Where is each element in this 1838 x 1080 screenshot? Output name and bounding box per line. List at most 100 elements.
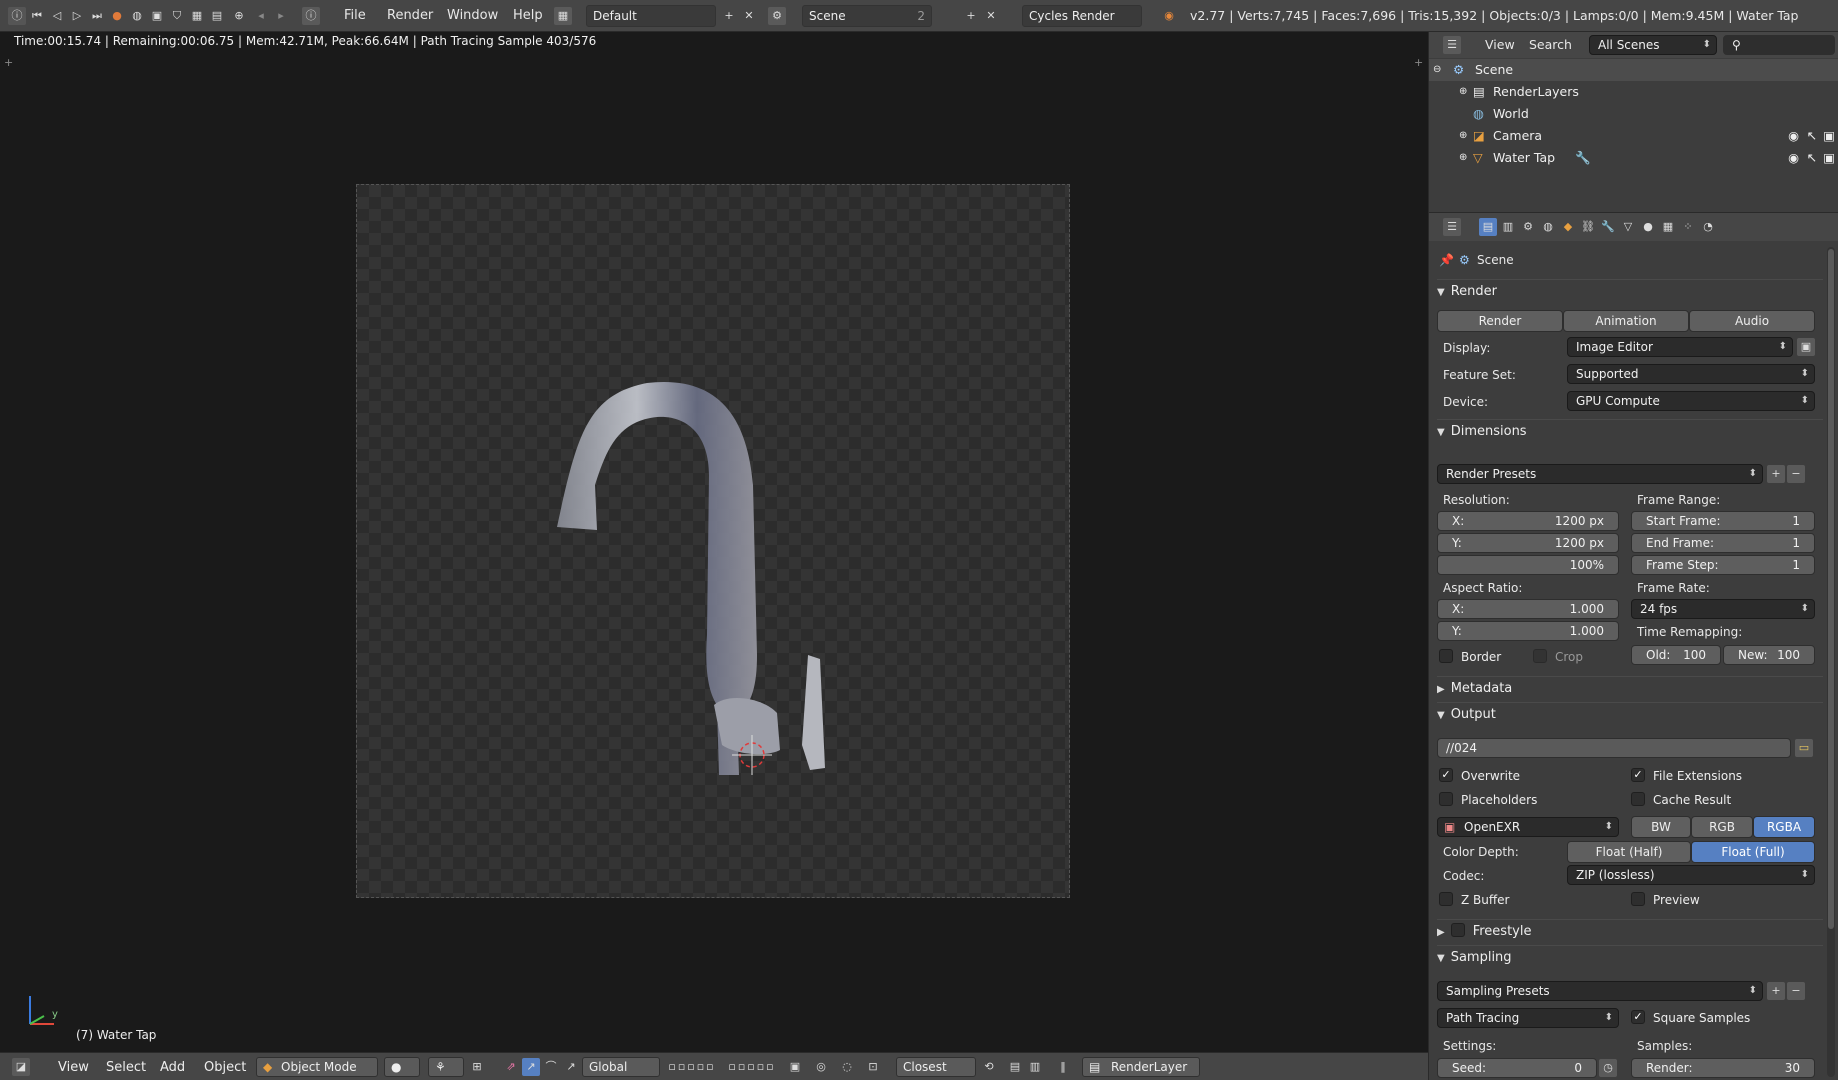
border-checkbox[interactable] [1439, 649, 1453, 663]
record-icon[interactable]: ● [108, 7, 126, 25]
add-preset-icon[interactable]: + [1767, 465, 1785, 483]
cache-result-checkbox[interactable] [1631, 792, 1645, 806]
eye-icon[interactable]: ◉ [1788, 147, 1799, 169]
menu-file[interactable]: File [344, 8, 366, 23]
constraints-tab-icon[interactable]: ⛓ [1579, 218, 1597, 236]
channel-bw-button[interactable]: BW [1631, 816, 1691, 838]
render-toggle-icon[interactable]: ▣ [1823, 125, 1835, 147]
add-circle-icon[interactable]: ⊕ [230, 7, 248, 25]
render-tab-icon[interactable]: ▤ [1479, 218, 1497, 236]
panel-output-header[interactable]: ▼ Output [1437, 702, 1823, 726]
output-path-field[interactable]: //024 [1437, 738, 1791, 758]
modifiers-tab-icon[interactable]: 🔧 [1599, 218, 1617, 236]
resolution-percent-field[interactable]: 100% [1437, 555, 1619, 575]
expand-icon[interactable]: ⊕ [1459, 147, 1467, 169]
scene-field[interactable]: Scene 2 [802, 5, 932, 27]
outliner-item-world[interactable]: ◍ World [1429, 103, 1838, 125]
snap-element-icon[interactable]: ⊡ [864, 1058, 882, 1076]
checker-icon[interactable]: ▦ [188, 7, 206, 25]
orientation-select[interactable]: Global [582, 1057, 660, 1077]
display-select[interactable]: Image Editor [1567, 337, 1793, 357]
depth-half-button[interactable]: Float (Half) [1567, 841, 1691, 863]
render-still-icon[interactable]: ▤ [208, 7, 226, 25]
integrator-select[interactable]: Path Tracing [1437, 1008, 1619, 1028]
overwrite-checkbox[interactable]: ✓ [1439, 768, 1453, 782]
proportional-icon[interactable]: ◎ [812, 1058, 830, 1076]
animation-button[interactable]: Animation [1563, 310, 1689, 332]
aspect-x-field[interactable]: X: 1.000 [1437, 599, 1619, 619]
sampling-presets-select[interactable]: Sampling Presets [1437, 981, 1763, 1001]
preview-checkbox[interactable] [1631, 892, 1645, 906]
scrollbar-thumb[interactable] [1828, 249, 1834, 929]
sphere-icon[interactable]: ◍ [128, 7, 146, 25]
menu-object[interactable]: Object [204, 1058, 246, 1078]
particles-tab-icon[interactable]: ⁘ [1679, 218, 1697, 236]
cursor-icon[interactable]: ↖ [1807, 147, 1817, 169]
rotate-icon[interactable]: ↗ [522, 1058, 540, 1076]
render-engine-select[interactable]: Cycles Render [1022, 5, 1142, 27]
outliner-item-camera[interactable]: ⊕ ◪ Camera ◉ ↖ ▣ [1429, 125, 1838, 147]
editor-type-icon[interactable]: ⓘ [8, 7, 26, 25]
panel-dimensions-header[interactable]: ▼ Dimensions [1437, 419, 1823, 443]
arrow-right-icon[interactable]: ▸ [272, 7, 290, 25]
properties-scrollbar[interactable] [1827, 247, 1835, 1077]
frame-step-field[interactable]: Frame Step: 1 [1631, 555, 1815, 575]
translate-icon[interactable]: ⇗ [502, 1058, 520, 1076]
feature-set-select[interactable]: Supported [1567, 364, 1815, 384]
object-tab-icon[interactable]: ◆ [1559, 218, 1577, 236]
clock-icon[interactable]: ◷ [1599, 1059, 1617, 1077]
codec-select[interactable]: ZIP (lossless) [1567, 865, 1815, 885]
layers-grid-icon[interactable]: ▫▫▫▫▫ [666, 1058, 718, 1076]
play-icon[interactable]: ▷ [68, 7, 86, 25]
frame-rate-select[interactable]: 24 fps [1631, 599, 1815, 619]
scene-icon[interactable]: ⚙ [768, 7, 786, 25]
remove-layout-icon[interactable]: ✕ [740, 7, 758, 25]
device-select[interactable]: GPU Compute [1567, 391, 1815, 411]
menu-render[interactable]: Render [387, 8, 433, 23]
info-icon[interactable]: ⓘ [302, 7, 320, 25]
crop-checkbox[interactable] [1533, 649, 1547, 663]
file-format-select[interactable]: ▣ OpenEXR [1437, 817, 1619, 837]
zbuffer-checkbox[interactable] [1439, 892, 1453, 906]
display-window-icon[interactable]: ▣ [1797, 338, 1815, 356]
jump-start-icon[interactable]: ⏮ [28, 7, 46, 25]
layout-icon[interactable]: ▦ [554, 7, 572, 25]
world-tab-icon[interactable]: ◍ [1539, 218, 1557, 236]
audio-button[interactable]: Audio [1689, 310, 1815, 332]
end-frame-field[interactable]: End Frame: 1 [1631, 533, 1815, 553]
outliner-item-water-tap[interactable]: ⊕ ▽ Water Tap 🔧 ◉ ↖ ▣ [1429, 147, 1838, 169]
shading-select[interactable]: ● [384, 1057, 420, 1077]
menu-select[interactable]: Select [106, 1058, 146, 1078]
time-new-field[interactable]: New: 100 [1723, 645, 1815, 665]
aspect-y-field[interactable]: Y: 1.000 [1437, 621, 1619, 641]
opengl-render-icon[interactable]: ▤ [1006, 1058, 1024, 1076]
panel-render-header[interactable]: ▼ Render [1437, 279, 1823, 303]
freestyle-checkbox[interactable] [1450, 923, 1465, 937]
render-button[interactable]: Render [1437, 310, 1563, 332]
screen-layout-field[interactable]: Default [586, 5, 716, 27]
remove-sampling-preset-icon[interactable]: − [1787, 982, 1805, 1000]
snap-target-select[interactable]: Closest [896, 1057, 976, 1077]
pause-icon[interactable]: ‖ [1054, 1058, 1072, 1076]
align-rotation-icon[interactable]: ⟲ [980, 1058, 998, 1076]
panel-sampling-header[interactable]: ▼ Sampling [1437, 945, 1823, 969]
outliner-item-scene[interactable]: ⊖ ⚙ Scene [1429, 59, 1838, 81]
lock-icon[interactable]: ▣ [786, 1058, 804, 1076]
depth-full-button[interactable]: Float (Full) [1691, 841, 1815, 863]
menu-add[interactable]: Add [160, 1058, 185, 1078]
time-old-field[interactable]: Old: 100 [1631, 645, 1721, 665]
mode-select[interactable]: ◆ Object Mode [256, 1057, 378, 1077]
shield-icon[interactable]: ⛉ [168, 7, 186, 25]
panel-metadata-header[interactable]: ▶ Metadata [1437, 676, 1823, 700]
placeholders-checkbox[interactable] [1439, 792, 1453, 806]
render-presets-select[interactable]: Render Presets [1437, 464, 1763, 484]
channel-rgba-button[interactable]: RGBA [1753, 816, 1815, 838]
menu-help[interactable]: Help [513, 8, 543, 23]
render-samples-field[interactable]: Render: 30 [1631, 1058, 1815, 1078]
outliner-item-renderlayers[interactable]: ⊕ ▤ RenderLayers [1429, 81, 1838, 103]
snap-icon[interactable]: ◌ [838, 1058, 856, 1076]
render-layers-tab-icon[interactable]: ▥ [1499, 218, 1517, 236]
file-extensions-checkbox[interactable]: ✓ [1631, 768, 1645, 782]
remove-preset-icon[interactable]: − [1787, 465, 1805, 483]
outliner-editor-icon[interactable]: ☰ [1443, 36, 1461, 54]
